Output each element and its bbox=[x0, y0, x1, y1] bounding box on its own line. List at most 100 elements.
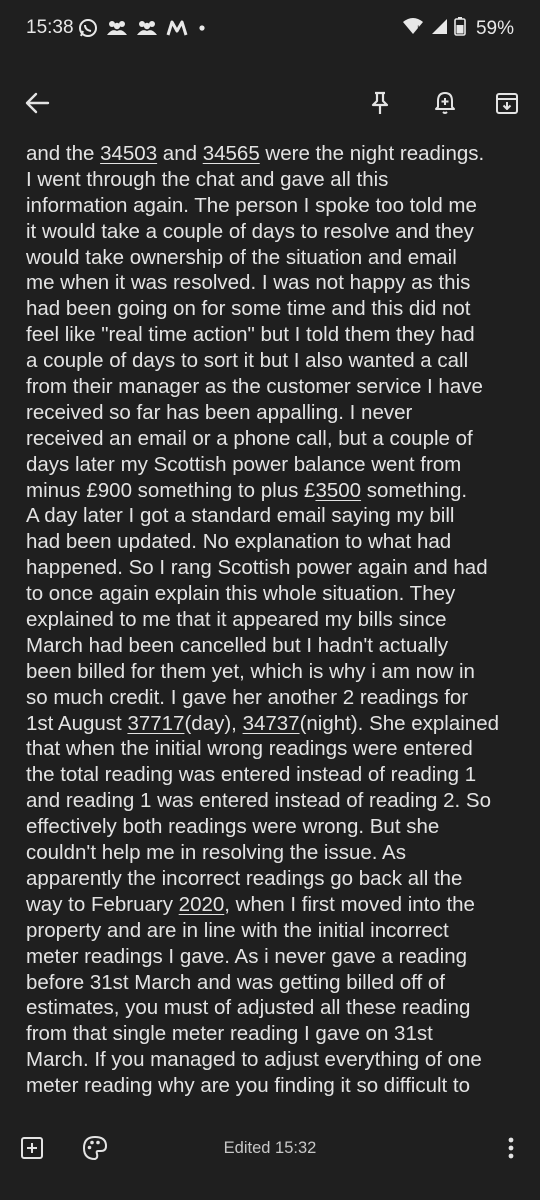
note-text: were the night readings. bbox=[259, 142, 485, 165]
note-line: way to February 2020, when I first moved… bbox=[26, 892, 526, 918]
note-text: me when it was resolved. I was not happy… bbox=[26, 271, 471, 295]
system-status: ! 59% bbox=[402, 16, 514, 41]
back-button[interactable] bbox=[22, 88, 52, 118]
note-line: had been updated. No explanation to what… bbox=[26, 529, 526, 555]
note-line: A day later I got a standard email sayin… bbox=[26, 503, 526, 529]
note-text: the total reading was entered instead of… bbox=[26, 763, 477, 787]
dot-icon bbox=[196, 19, 208, 37]
svg-text:!: ! bbox=[417, 24, 420, 34]
number-link[interactable]: 34565 bbox=[203, 142, 260, 165]
note-text: property and are in line with the initia… bbox=[26, 918, 449, 942]
note-text: received an email or a phone call, but a… bbox=[26, 426, 473, 450]
note-text: 1st August bbox=[26, 711, 128, 735]
back-arrow-icon bbox=[25, 92, 50, 114]
note-text: it would take a couple of days to resolv… bbox=[26, 219, 474, 243]
note-text: and reading 1 was entered instead of rea… bbox=[26, 789, 491, 813]
note-text: to once again explain this whole situati… bbox=[26, 582, 456, 606]
note-text: March. If you managed to adjust everythi… bbox=[26, 1048, 482, 1072]
status-time: 15:38 bbox=[26, 17, 74, 38]
note-line: 1st August 37717(day), 34737(night). She… bbox=[26, 711, 526, 737]
bottom-bar: Edited 15:32 bbox=[0, 1117, 540, 1200]
note-text: would take ownership of the situation an… bbox=[26, 245, 457, 269]
note-text: couldn't help me in resolving the issue.… bbox=[26, 841, 406, 865]
note-text: had been updated. No explanation to what… bbox=[26, 530, 452, 554]
note-line: information again. The person I spoke to… bbox=[26, 193, 526, 219]
note-text: A day later I got a standard email sayin… bbox=[26, 504, 455, 528]
note-line: couldn't help me in resolving the issue.… bbox=[26, 840, 526, 866]
note-line: days later my Scottish power balance wen… bbox=[26, 452, 526, 478]
number-link[interactable]: 3500 bbox=[315, 479, 361, 502]
note-text: , when I first moved into the bbox=[224, 892, 475, 916]
note-line: from their manager as the customer servi… bbox=[26, 374, 526, 400]
note-body-text[interactable]: and the 34503 and 34565 were the night r… bbox=[26, 141, 526, 1116]
note-line: it would take a couple of days to resolv… bbox=[26, 219, 526, 245]
add-reminder-button[interactable] bbox=[430, 88, 460, 118]
note-text: explained to me that it appeared my bill… bbox=[26, 608, 447, 632]
note-line: from that single meter reading I gave on… bbox=[26, 1021, 526, 1047]
battery-percent: 59% bbox=[475, 17, 514, 39]
note-text: effectively both readings were wrong. Bu… bbox=[26, 815, 440, 839]
note-line: so much credit. I gave her another 2 rea… bbox=[26, 685, 526, 711]
add-reminder-icon bbox=[435, 92, 455, 114]
pin-button[interactable] bbox=[365, 88, 395, 118]
note-text: meter readings I gave. As i never gave a… bbox=[26, 944, 468, 968]
signal-icon bbox=[430, 17, 448, 40]
note-text: had been going on for some time and this… bbox=[26, 297, 471, 321]
note-line: March. If you managed to adjust everythi… bbox=[26, 1047, 526, 1073]
note-line: and reading 1 was entered instead of rea… bbox=[26, 788, 526, 814]
note-line: effectively both readings were wrong. Bu… bbox=[26, 814, 526, 840]
number-link[interactable]: 37717 bbox=[127, 712, 184, 735]
note-line: received so far has been appalling. I ne… bbox=[26, 400, 526, 426]
note-line: received an email or a phone call, but a… bbox=[26, 426, 526, 452]
note-line: that when the initial wrong readings wer… bbox=[26, 736, 526, 762]
pin-icon bbox=[371, 91, 389, 114]
note-text: apparently the incorrect readings go bac… bbox=[26, 866, 463, 890]
note-text: minus £900 something to plus £ bbox=[26, 478, 316, 502]
note-line: me when it was resolved. I was not happy… bbox=[26, 270, 526, 296]
note-line: estimates, you must of adjusted all thes… bbox=[26, 995, 526, 1021]
note-line: minus £900 something to plus £3500 somet… bbox=[26, 478, 526, 504]
note-line: property and are in line with the initia… bbox=[26, 918, 526, 944]
group-icon bbox=[106, 19, 128, 37]
note-text: meter reading why are you finding it so … bbox=[26, 1074, 471, 1098]
note-line: the total reading was entered instead of… bbox=[26, 762, 526, 788]
whatsapp-icon bbox=[78, 18, 98, 38]
note-toolbar bbox=[0, 60, 540, 146]
notification-icons bbox=[78, 18, 208, 38]
note-text: way to February bbox=[26, 892, 179, 916]
note-line: a couple of days to sort it but I also w… bbox=[26, 348, 526, 374]
note-line: and the 34503 and 34565 were the night r… bbox=[26, 141, 526, 167]
note-line: would take ownership of the situation an… bbox=[26, 245, 526, 271]
number-link[interactable]: 34737 bbox=[243, 712, 300, 735]
note-line: been billed for them yet, which is why i… bbox=[26, 659, 526, 685]
archive-icon bbox=[496, 93, 518, 114]
note-text: before 31st March and was getting billed… bbox=[26, 970, 445, 994]
note-text: been billed for them yet, which is why i… bbox=[26, 659, 475, 683]
note-text: I went through the chat and gave all thi… bbox=[26, 167, 389, 191]
note-line: March had been cancelled but I hadn't ac… bbox=[26, 633, 526, 659]
status-bar: 15:38 ! 59% bbox=[0, 0, 540, 60]
note-line: to once again explain this whole situati… bbox=[26, 581, 526, 607]
more-vert-icon bbox=[508, 1137, 514, 1159]
note-text: a couple of days to sort it but I also w… bbox=[26, 349, 469, 373]
note-text: something. bbox=[361, 478, 468, 502]
note-line: I went through the chat and gave all thi… bbox=[26, 167, 526, 193]
m-app-icon bbox=[166, 19, 188, 37]
number-link[interactable]: 34503 bbox=[100, 142, 157, 165]
note-line: apparently the incorrect readings go bac… bbox=[26, 866, 526, 892]
note-text: feel like "real time action" but I told … bbox=[26, 323, 475, 347]
note-text: so much credit. I gave her another 2 rea… bbox=[26, 685, 469, 709]
note-line: before 31st March and was getting billed… bbox=[26, 970, 526, 996]
archive-button[interactable] bbox=[492, 88, 522, 118]
note-text: (day), bbox=[184, 711, 243, 735]
group-icon bbox=[136, 19, 158, 37]
edited-timestamp: Edited 15:32 bbox=[223, 1139, 317, 1157]
more-options-button[interactable] bbox=[500, 1135, 522, 1166]
note-line: meter readings I gave. As i never gave a… bbox=[26, 944, 526, 970]
note-text: estimates, you must of adjusted all thes… bbox=[26, 996, 471, 1020]
number-link[interactable]: 2020 bbox=[179, 893, 225, 916]
note-text: happened. So I rang Scottish power again… bbox=[26, 556, 488, 580]
note-text: received so far has been appalling. I ne… bbox=[26, 400, 413, 424]
note-text: days later my Scottish power balance wen… bbox=[26, 452, 462, 476]
battery-icon bbox=[454, 16, 466, 41]
